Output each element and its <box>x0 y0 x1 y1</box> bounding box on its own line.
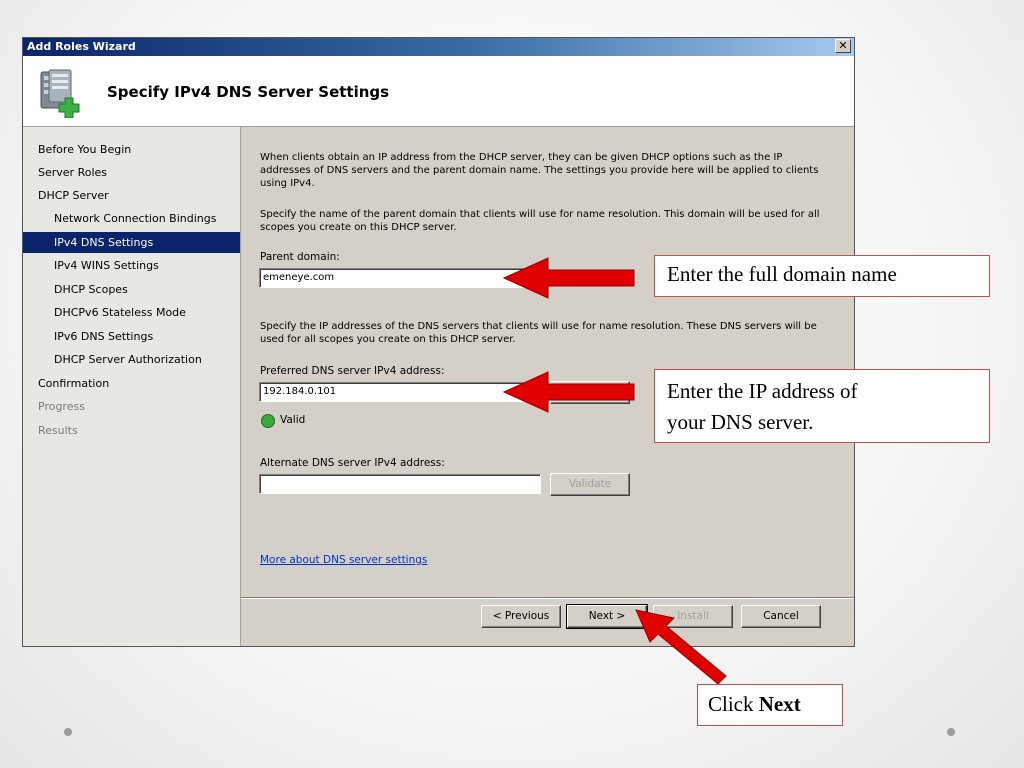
nav-item-ipv4-dns-settings[interactable]: IPv4 DNS Settings <box>23 232 240 253</box>
nav-item-ipv6-dns-settings[interactable]: IPv6 DNS Settings <box>23 326 240 347</box>
domain-callout: Enter the full domain name <box>654 255 990 297</box>
parent-domain-input[interactable]: emeneye.com <box>259 268 541 288</box>
validate-alternate-button[interactable]: Validate <box>550 473 630 496</box>
intro-text: When clients obtain an IP address from t… <box>260 152 819 189</box>
footer-separator <box>241 597 854 599</box>
arrow-to-domain-field <box>502 257 635 299</box>
cancel-button[interactable]: Cancel <box>741 605 821 628</box>
preferred-dns-input[interactable]: 192.184.0.101 <box>259 382 541 402</box>
nav-item-confirmation[interactable]: Confirmation <box>23 373 240 394</box>
close-icon: ✕ <box>838 39 848 52</box>
dns-callout-line2: your DNS server. <box>667 410 814 434</box>
nav-item-dhcp-server[interactable]: DHCP Server <box>23 185 240 206</box>
arrow-to-next-button <box>635 609 727 685</box>
nav-item-results: Results <box>38 424 78 437</box>
alternate-dns-input[interactable] <box>259 474 541 494</box>
window-title: Add Roles Wizard <box>27 40 136 53</box>
add-roles-wizard-window: Add Roles Wizard ✕ Specify IPv4 DNS Serv… <box>22 37 855 647</box>
dns-instructions: Specify the IP addresses of the DNS serv… <box>260 321 817 345</box>
page-title: Specify IPv4 DNS Server Settings <box>107 83 390 101</box>
nav-item-dhcp-server-authorization[interactable]: DHCP Server Authorization <box>23 349 240 370</box>
parent-domain-label: Parent domain: <box>260 251 340 263</box>
domain-callout-text: Enter the full domain name <box>667 262 897 286</box>
valid-status: Valid <box>280 414 306 426</box>
previous-button[interactable]: < Previous <box>481 605 561 628</box>
nav-item-ipv4-wins-settings[interactable]: IPv4 WINS Settings <box>23 255 240 276</box>
dns-callout: Enter the IP address of your DNS server. <box>654 369 990 443</box>
nav-item-progress: Progress <box>38 400 85 413</box>
title-bar[interactable]: Add Roles Wizard ✕ <box>23 38 854 56</box>
close-button[interactable]: ✕ <box>835 39 851 53</box>
check-icon <box>261 414 275 428</box>
next-callout: Click Next <box>697 684 843 726</box>
alternate-dns-label: Alternate DNS server IPv4 address: <box>260 457 445 469</box>
domain-instructions: Specify the name of the parent domain th… <box>260 209 820 233</box>
wizard-header: Specify IPv4 DNS Server Settings <box>23 56 854 127</box>
server-add-icon <box>40 69 80 118</box>
preferred-dns-label: Preferred DNS server IPv4 address: <box>260 365 445 377</box>
nav-item-before-you-begin[interactable]: Before You Begin <box>23 139 240 160</box>
nav-item-network-connection-bindings[interactable]: Network Connection Bindings <box>23 208 240 229</box>
nav-item-dhcp-scopes[interactable]: DHCP Scopes <box>23 279 240 300</box>
next-callout-bold: Next <box>758 692 801 716</box>
slide-dot-left <box>64 728 72 736</box>
dns-callout-line1: Enter the IP address of <box>667 379 858 403</box>
nav-item-dhcpv6-stateless-mode[interactable]: DHCPv6 Stateless Mode <box>23 302 240 323</box>
wizard-nav: Before You Begin Server Roles DHCP Serve… <box>23 127 241 646</box>
slide-dot-right <box>947 728 955 736</box>
more-about-dns-link[interactable]: More about DNS server settings <box>260 554 427 566</box>
arrow-to-dns-field <box>502 371 635 413</box>
nav-item-server-roles[interactable]: Server Roles <box>23 162 240 183</box>
next-callout-prefix: Click <box>708 692 754 716</box>
